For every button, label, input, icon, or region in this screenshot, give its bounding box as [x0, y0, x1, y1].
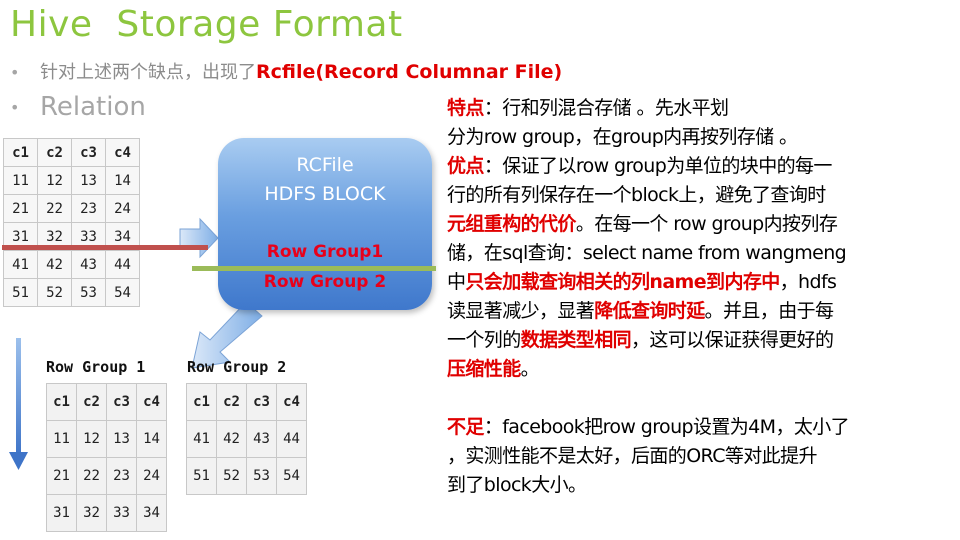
desc-line: 特点：行和列混合存储 。先水平划	[447, 94, 959, 123]
table-header: c4	[136, 383, 167, 421]
table-row: 11 12 13 14	[46, 420, 167, 458]
table-header: c1	[46, 383, 77, 421]
table-cell: 14	[136, 420, 167, 458]
table-header-row: c1 c2 c3 c4	[186, 383, 307, 421]
table-cell: 33	[106, 494, 137, 532]
table-cell: 34	[136, 494, 167, 532]
table-cell: 12	[76, 420, 107, 458]
desc-text: 。并且，由于每	[704, 300, 834, 322]
desc-weakness-label: 不足	[447, 416, 484, 438]
table-cell: 42	[216, 420, 247, 458]
table-cell: 32	[76, 494, 107, 532]
desc-text: 。	[520, 358, 540, 380]
desc-text: 中	[447, 271, 466, 293]
table-header: c4	[276, 383, 307, 421]
arrow-down-icon	[9, 452, 28, 470]
desc-text: ：行和列混合存储 。先水平划	[483, 97, 729, 119]
table-header: c1	[186, 383, 217, 421]
table-row: 41 42 43 44	[186, 420, 307, 458]
desc-text: 。在每一个 row group内按列存	[575, 213, 838, 235]
row-group-2-title: Row Group 2	[187, 358, 287, 376]
desc-line: 分为row group，在group内再按列存储 。	[447, 126, 798, 148]
desc-highlight: 数据类型相同	[520, 329, 632, 351]
row-group1-label: Row Group1	[266, 242, 384, 262]
row-split-line-red	[2, 245, 208, 250]
desc-line: 优点：保证了以row group为单位的块中的每一	[447, 152, 959, 181]
desc-spacer	[447, 384, 959, 413]
table-cell: 41	[186, 420, 217, 458]
table-cell: 51	[186, 457, 217, 495]
row-group-1-title: Row Group 1	[46, 358, 146, 376]
desc-line: 储，在sql查询：select name from wangmeng	[447, 242, 847, 264]
rcfile-hdfs-block: RCFile HDFS BLOCK Row Group1 Row Group 2	[218, 138, 432, 310]
desc-line: 读显著减少，显著降低查询时延。并且，由于每	[447, 297, 959, 326]
description-text: 特点：行和列混合存储 。先水平划 分为row group，在group内再按列存…	[447, 94, 959, 500]
table-header-row: c1 c2 c3 c4	[46, 383, 167, 421]
table-header: c2	[76, 383, 107, 421]
hdfs-block-label: HDFS BLOCK	[264, 183, 386, 205]
desc-text: ：facebook把row group设置为4M，太小了	[483, 416, 850, 438]
table-cell: 22	[76, 457, 107, 495]
desc-line: ，实测性能不是太好，后面的ORC等对此提升	[447, 445, 817, 467]
table-cell: 11	[46, 420, 77, 458]
desc-line: 一个列的数据类型相同，这可以保证获得更好的	[447, 326, 959, 355]
table-cell: 21	[46, 457, 77, 495]
slide: Hive Storage Format • 针对上述两个缺点，出现了Rcfile(…	[0, 0, 960, 540]
desc-line: 行的所有列保存在一个block上，避免了查询时	[447, 184, 826, 206]
desc-line: 压缩性能。	[447, 355, 959, 384]
table-cell: 23	[106, 457, 137, 495]
table-cell: 54	[276, 457, 307, 495]
rcfile-label: RCFile	[296, 154, 354, 176]
arrow-right-icon	[179, 217, 219, 259]
row-group-1-table: c1 c2 c3 c4 11 12 13 14 21 22 23 24 31 3…	[46, 383, 167, 532]
desc-text: 一个列的	[447, 329, 521, 351]
table-row: 21 22 23 24	[46, 457, 167, 495]
table-cell: 43	[246, 420, 277, 458]
desc-highlight: 元组重构的代价	[447, 213, 576, 235]
desc-highlight: 压缩性能	[447, 358, 521, 380]
desc-advantage-label: 优点	[447, 155, 484, 177]
desc-text: 读显著减少，显著	[447, 300, 595, 322]
desc-line: 中只会加载查询相关的列name到内存中，hdfs	[447, 268, 959, 297]
table-cell: 52	[216, 457, 247, 495]
row-group-2-table: c1 c2 c3 c4 41 42 43 44 51 52 53 54	[186, 383, 307, 495]
desc-text: ，hdfs	[779, 271, 837, 293]
table-cell: 13	[106, 420, 137, 458]
desc-highlight: 只会加载查询相关的列name到内存中	[465, 271, 780, 293]
desc-line: 不足：facebook把row group设置为4M，太小了	[447, 413, 959, 442]
table-header: c3	[246, 383, 277, 421]
row-split-line-green	[192, 266, 436, 271]
table-header: c2	[216, 383, 247, 421]
desc-line: 到了block大小。	[447, 474, 587, 496]
table-cell: 31	[46, 494, 77, 532]
table-cell: 24	[136, 457, 167, 495]
desc-feature-label: 特点	[447, 97, 484, 119]
desc-highlight: 降低查询时延	[594, 300, 705, 322]
table-row: 51 52 53 54	[186, 457, 307, 495]
table-cell: 53	[246, 457, 277, 495]
desc-line: 元组重构的代价。在每一个 row group内按列存	[447, 210, 959, 239]
table-row: 31 32 33 34	[46, 494, 167, 532]
desc-text: ，这可以保证获得更好的	[631, 329, 834, 351]
table-cell: 44	[276, 420, 307, 458]
desc-text: ：保证了以row group为单位的块中的每一	[483, 155, 833, 177]
table-header: c3	[106, 383, 137, 421]
row-group2-label: Row Group 2	[263, 272, 387, 292]
arrow-down-shaft	[16, 338, 21, 456]
